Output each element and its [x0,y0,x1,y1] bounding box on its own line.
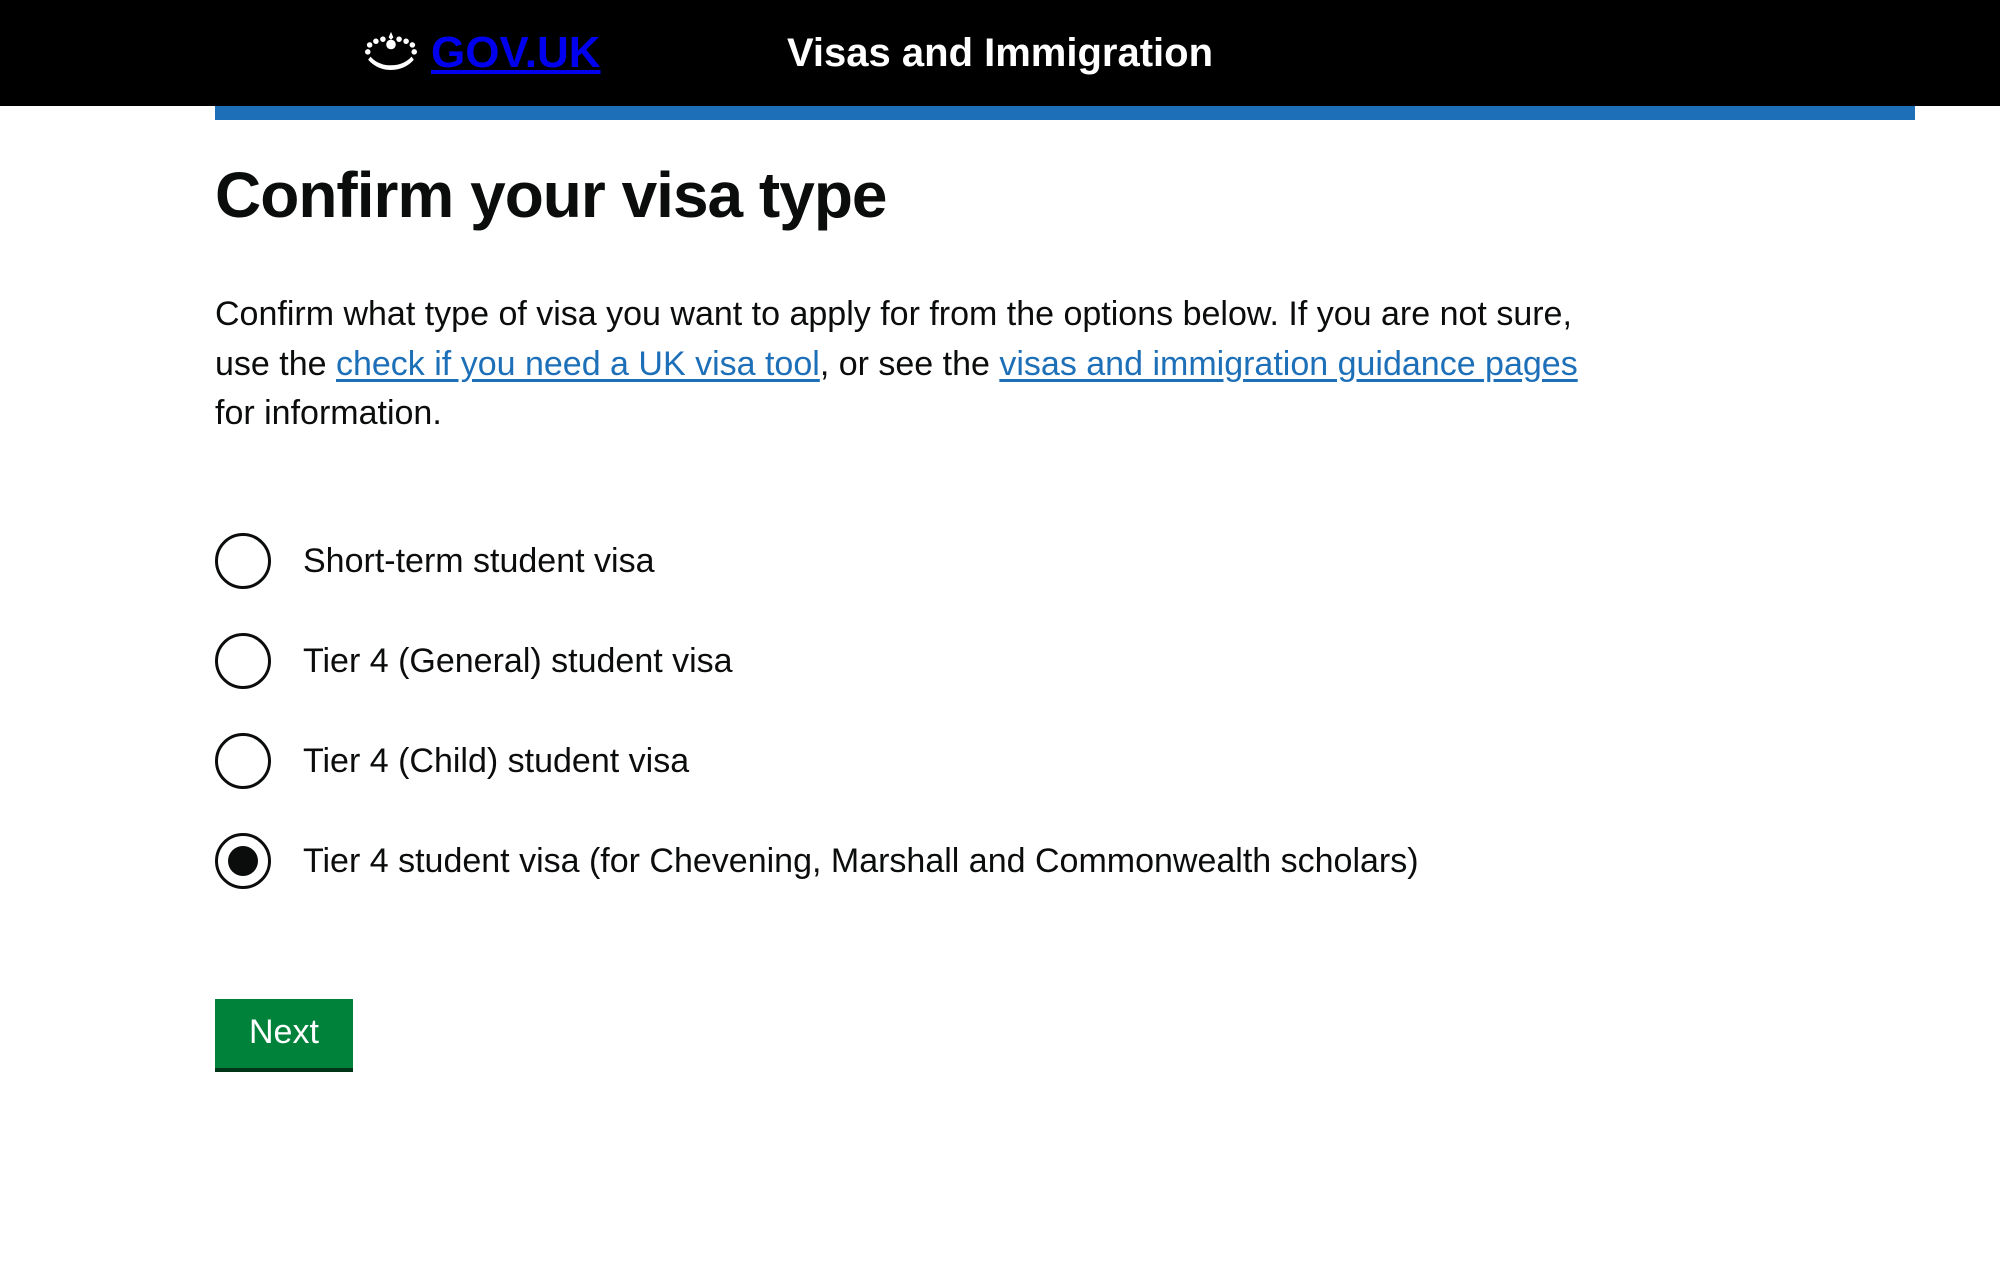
main-content: Confirm your visa type Confirm what type… [0,120,1700,1068]
check-visa-tool-link[interactable]: check if you need a UK visa tool [336,345,820,383]
radio-option-tier4-general[interactable]: Tier 4 (General) student visa [215,633,1700,689]
guidance-pages-link[interactable]: visas and immigration guidance pages [999,345,1577,383]
intro-text-2: , or see the [820,345,1000,383]
radio-label: Tier 4 (General) student visa [303,642,733,681]
site-header: GOV.UK Visas and Immigration [0,0,2000,106]
radio-option-tier4-scholars[interactable]: Tier 4 student visa (for Chevening, Mars… [215,833,1700,889]
govuk-wordmark: GOV.UK [431,28,601,78]
intro-paragraph: Confirm what type of visa you want to ap… [215,290,1615,438]
next-button[interactable]: Next [215,999,353,1068]
radio-option-short-term[interactable]: Short-term student visa [215,533,1700,589]
radio-icon [215,533,271,589]
radio-label: Tier 4 (Child) student visa [303,742,689,781]
radio-icon [215,733,271,789]
crown-icon [365,29,417,78]
radio-label: Short-term student visa [303,542,654,581]
radio-option-tier4-child[interactable]: Tier 4 (Child) student visa [215,733,1700,789]
brand-bar [215,106,1915,120]
radio-icon [215,633,271,689]
radio-label: Tier 4 student visa (for Chevening, Mars… [303,842,1419,881]
visa-type-radio-group: Short-term student visa Tier 4 (General)… [215,533,1700,889]
govuk-logo-link[interactable]: GOV.UK [365,28,601,78]
intro-text-3: for information. [215,394,442,432]
radio-icon [215,833,271,889]
page-title: Confirm your visa type [215,160,1700,230]
